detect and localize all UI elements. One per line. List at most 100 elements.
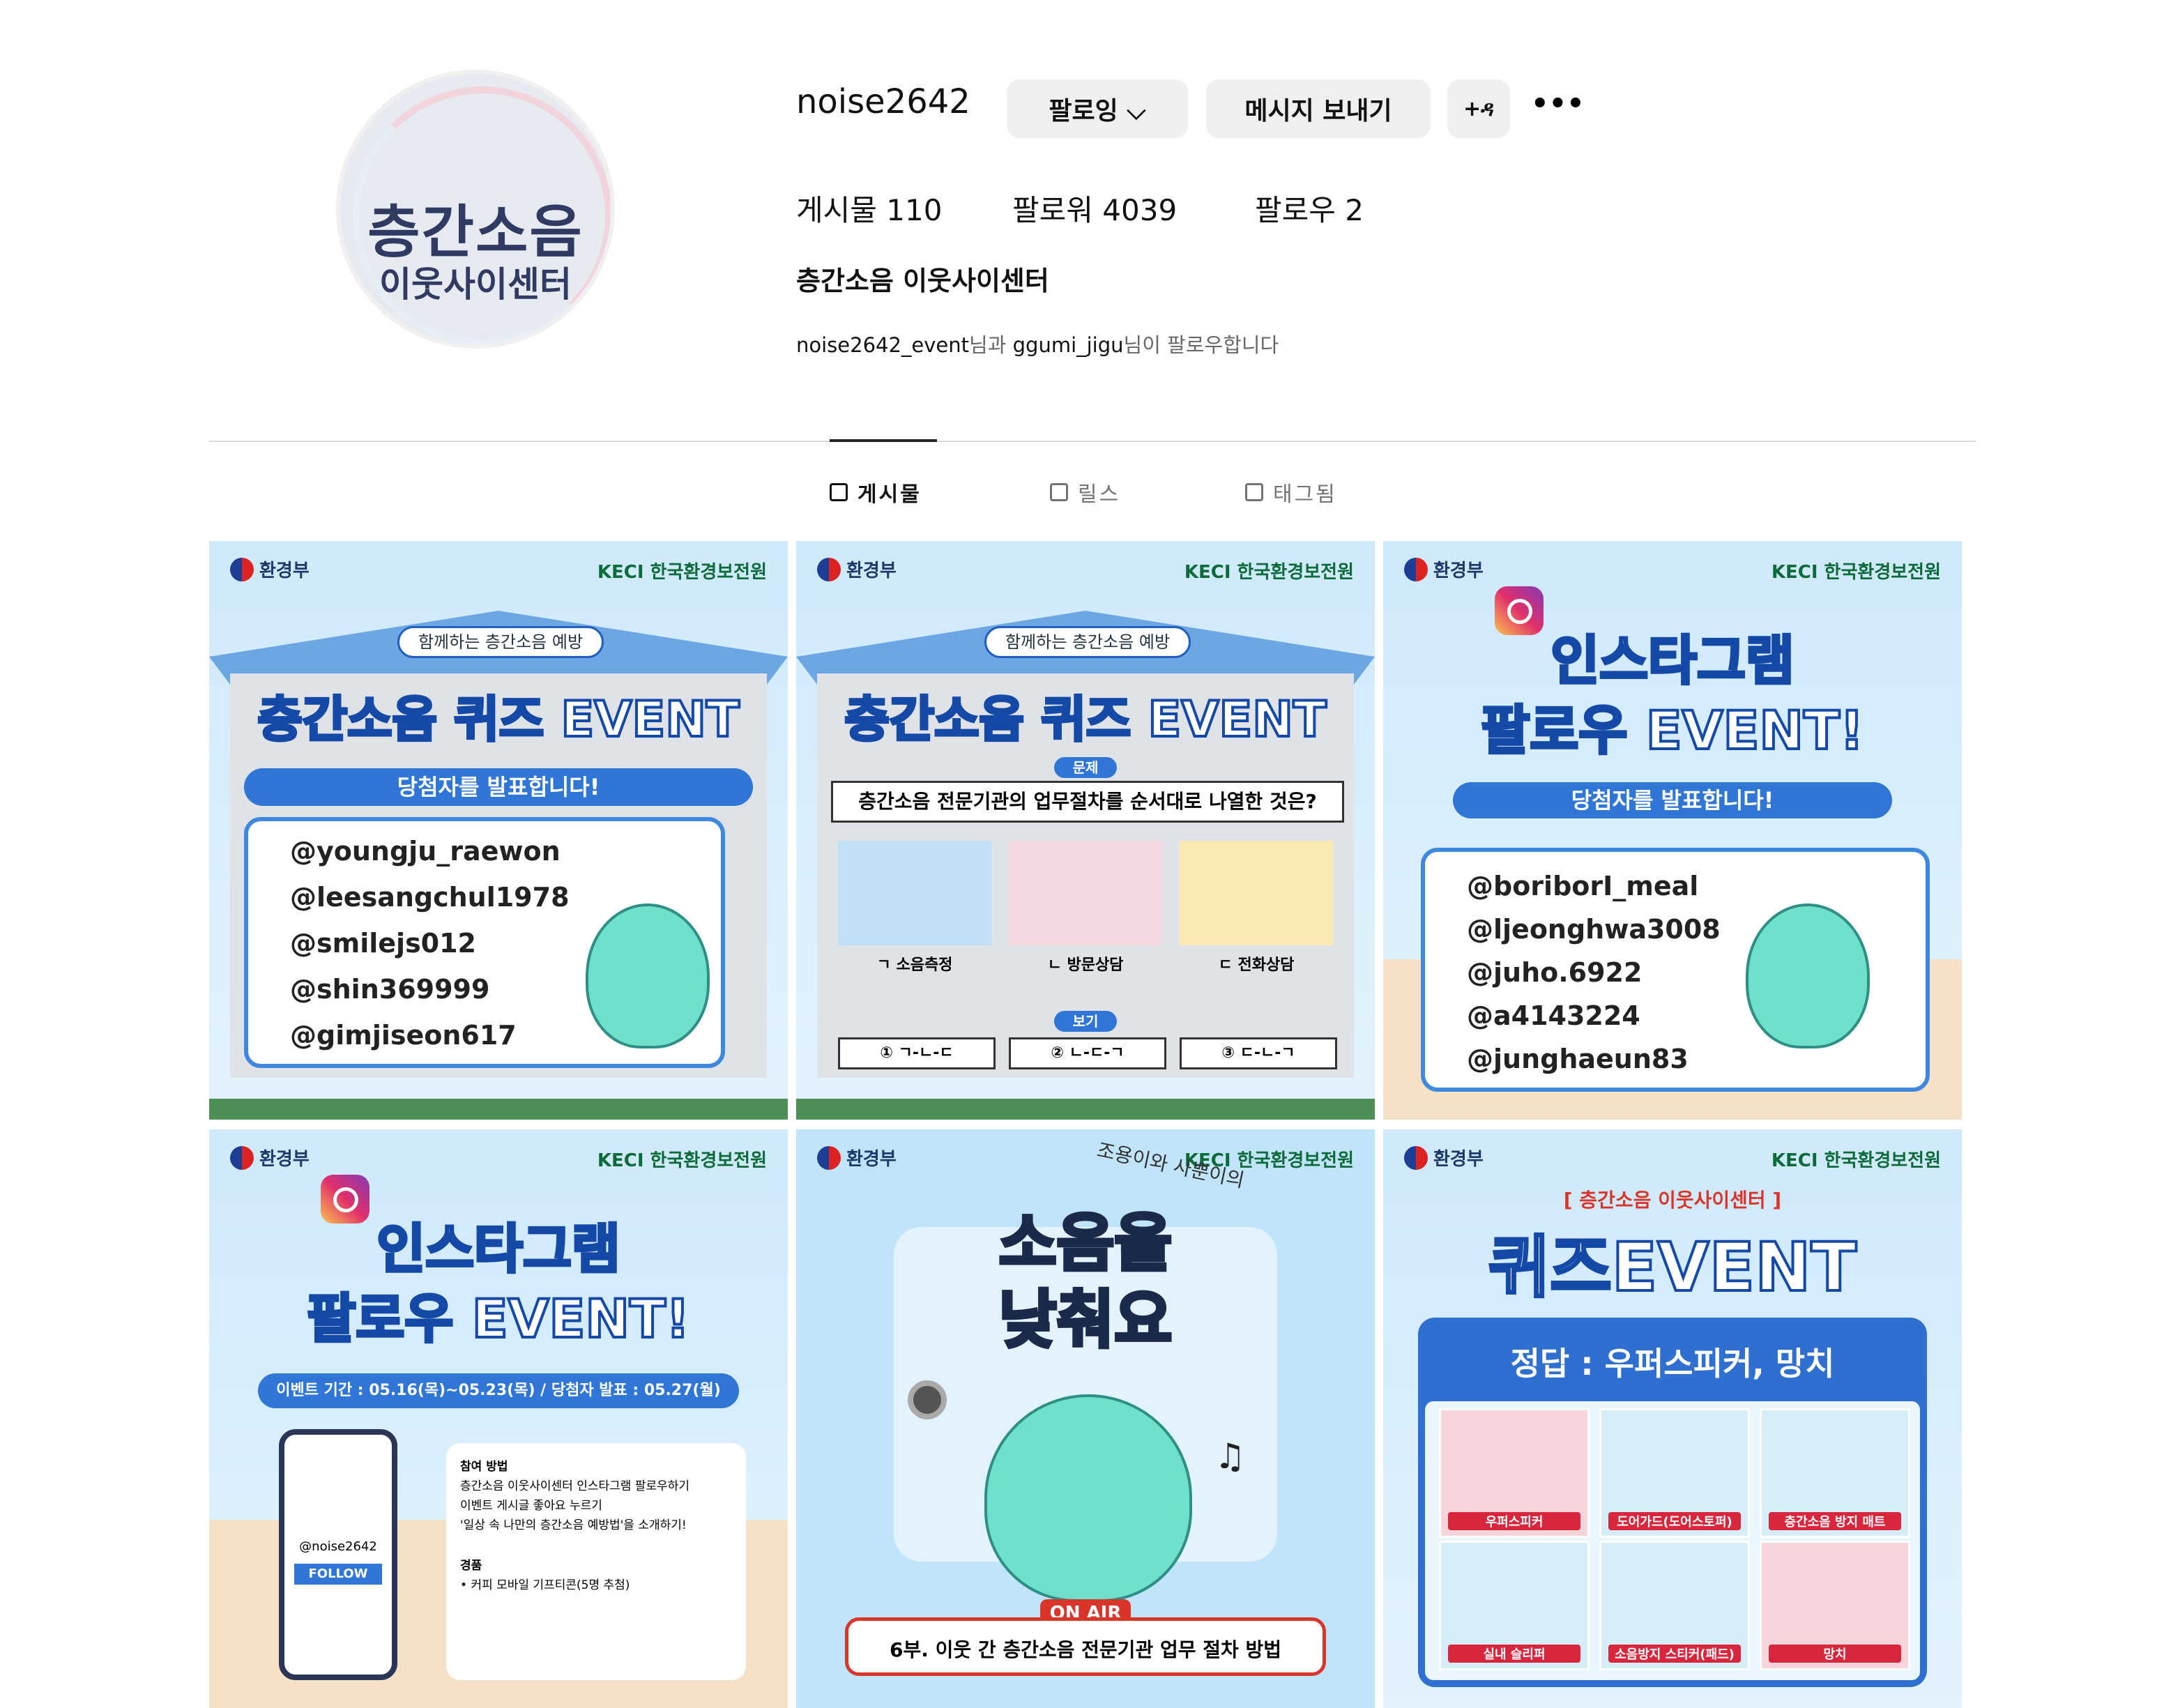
- taegeuk-icon: [817, 1145, 841, 1170]
- followed-by-text[interactable]: noise2642_event님과 ggumi_jigu님이 팔로우합니다: [796, 329, 1279, 358]
- post-banner: 당첨자를 발표합니다!: [1453, 782, 1892, 818]
- post-1[interactable]: 환경부 KECI 한국환경보전원 함께하는 층간소음 예방 층간소음 퀴즈 EV…: [209, 541, 788, 1120]
- gov-logo: 환경부: [1404, 556, 1484, 582]
- profile-username: noise2642: [796, 82, 970, 121]
- stat-following[interactable]: 팔로우 2: [1255, 187, 1364, 229]
- gov-logo: 환경부: [1404, 1145, 1484, 1171]
- mascot-image: [586, 903, 710, 1049]
- stat-posts-label: 게시물: [796, 193, 877, 227]
- post-banner: 이벤트 기간 : 05.16(목)~05.23(목) / 당첨자 발표 : 05…: [258, 1373, 739, 1408]
- tab-posts-label: 게시물: [858, 482, 922, 507]
- stat-posts-value: 110: [886, 193, 943, 227]
- post-pill: 함께하는 층간소음 예방: [984, 626, 1191, 658]
- item-label: 실내 슬리퍼: [1448, 1645, 1580, 1663]
- bushes: [796, 1099, 1375, 1120]
- taegeuk-icon: [1404, 557, 1428, 581]
- option-image-3: [1180, 841, 1333, 945]
- item-cell: 층간소음 방지 매트: [1760, 1408, 1910, 1538]
- item-cell: 도어가드(도어스토퍼): [1599, 1408, 1750, 1538]
- taegeuk-icon: [1404, 1145, 1428, 1170]
- method-step: '일상 속 나만의 층간소음 예방법'을 소개하기!: [460, 1518, 687, 1532]
- mascot-image: [984, 1394, 1192, 1602]
- stat-followers-value: 4039: [1102, 193, 1178, 227]
- gov-label: 환경부: [1433, 561, 1484, 581]
- answer-choice: ③ ㄷ-ㄴ-ㄱ: [1180, 1037, 1337, 1069]
- item-cell: 실내 슬리퍼: [1439, 1541, 1590, 1670]
- add-user-icon[interactable]: +ዳ: [1447, 79, 1510, 138]
- post-5[interactable]: 환경부 KECI 한국환경보전원 조용이와 사뿐이의 소음을 낮춰요 ♫ ON …: [796, 1129, 1375, 1708]
- phone-follow: FOLLOW: [294, 1564, 382, 1585]
- avatar-logo-line2: 이웃사이센터: [379, 264, 572, 305]
- phone-image: @noise2642 FOLLOW: [279, 1429, 397, 1680]
- episode-caption: 6부. 이웃 간 층간소음 전문기관 업무 절차 방법: [845, 1617, 1326, 1676]
- taegeuk-icon: [817, 557, 841, 581]
- question-tag: 문제: [1054, 757, 1117, 778]
- method-step: 이벤트 게시글 좋아요 누르기: [460, 1499, 602, 1513]
- post-2[interactable]: 환경부 KECI 한국환경보전원 함께하는 층간소음 예방 층간소음 퀴즈 EV…: [796, 541, 1375, 1120]
- stat-followers[interactable]: 팔로워 4039: [1012, 187, 1177, 229]
- gov-logo: 환경부: [817, 1145, 897, 1171]
- item-label: 층간소음 방지 매트: [1769, 1512, 1901, 1530]
- keci-logo: KECI 한국환경보전원: [1771, 1150, 1941, 1171]
- gov-logo: 환경부: [817, 556, 897, 582]
- tab-reels-label: 릴스: [1078, 482, 1121, 507]
- post-title: 퀴즈EVENT: [1487, 1227, 1858, 1308]
- stat-following-value: 2: [1345, 193, 1364, 227]
- winner: @youngju_raewon: [290, 836, 561, 867]
- gov-label: 환경부: [846, 1149, 897, 1170]
- stat-following-label: 팔로우: [1255, 193, 1336, 227]
- option-image-1: [838, 841, 991, 945]
- item-cell: 망치: [1760, 1541, 1910, 1670]
- quiz-question: 층간소음 전문기관의 업무절차를 순서대로 나열한 것은?: [831, 781, 1344, 823]
- mascot-image: [1746, 903, 1870, 1049]
- tab-tagged[interactable]: 태그됨: [1245, 477, 1337, 508]
- tab-tagged-label: 태그됨: [1273, 482, 1337, 507]
- post-title: 층간소음 퀴즈 EVENT: [256, 689, 740, 749]
- message-button[interactable]: 메시지 보내기: [1206, 79, 1431, 138]
- post-title-line1: 인스타그램: [375, 1217, 622, 1281]
- method-step: 층간소음 이웃사이센터 인스타그램 팔로우하기: [460, 1479, 690, 1493]
- prize-title: 경품: [460, 1559, 482, 1573]
- gov-label: 환경부: [846, 561, 897, 581]
- active-tab-indicator: [830, 439, 937, 442]
- gov-logo: 환경부: [230, 556, 310, 582]
- post-title-line1: 인스타그램: [1549, 628, 1796, 693]
- option-label: ㄴ 방문상담: [1047, 956, 1124, 974]
- stat-followers-label: 팔로워: [1012, 193, 1093, 227]
- tagged-icon: [1245, 483, 1263, 501]
- post-header: [ 층간소음 이웃사이센터 ]: [1563, 1189, 1782, 1212]
- post-title-line2: 팔로우 EVENT!: [1480, 698, 1866, 763]
- tab-posts[interactable]: 게시물: [830, 477, 922, 508]
- followed-by-end: 님이 팔로우합니다: [1123, 333, 1279, 357]
- music-note-icon: ♫: [1214, 1436, 1246, 1477]
- gov-label: 환경부: [259, 561, 310, 581]
- bushes: [209, 1099, 788, 1120]
- profile-avatar[interactable]: 층간소음 이웃사이센터: [336, 70, 615, 349]
- keci-logo: KECI 한국환경보전원: [1771, 562, 1941, 583]
- post-6[interactable]: 환경부 KECI 한국환경보전원 [ 층간소음 이웃사이센터 ] 퀴즈EVENT…: [1383, 1129, 1962, 1708]
- item-cell: 우퍼스피커: [1439, 1408, 1590, 1538]
- followed-by-user2[interactable]: ggumi_jigu: [1013, 333, 1124, 357]
- profile-divider: [209, 441, 1976, 442]
- keci-logo: KECI 한국환경보전원: [597, 562, 767, 583]
- gov-logo: 환경부: [230, 1145, 310, 1171]
- answer-choice: ① ㄱ-ㄴ-ㄷ: [838, 1037, 996, 1069]
- reels-icon: [1050, 483, 1068, 501]
- items-grid: 우퍼스피커 도어가드(도어스토퍼) 층간소음 방지 매트 실내 슬리퍼 소음방지…: [1425, 1401, 1920, 1680]
- post-4[interactable]: 환경부 KECI 한국환경보전원 인스타그램 팔로우 EVENT! 이벤트 기간…: [209, 1129, 788, 1708]
- more-options-icon[interactable]: •••: [1531, 88, 1585, 120]
- option-label: ㄱ 소음측정: [876, 956, 953, 974]
- stat-posts[interactable]: 게시물 110: [796, 187, 942, 229]
- followed-by-user1[interactable]: noise2642_event: [796, 333, 969, 357]
- option-image-2: [1009, 841, 1162, 945]
- taegeuk-icon: [230, 557, 254, 581]
- answer-text: 정답 : 우퍼스피커, 망치: [1510, 1345, 1835, 1382]
- item-cell: 소음방지 스티커(패드): [1599, 1541, 1750, 1670]
- item-label: 도어가드(도어스토퍼): [1608, 1512, 1741, 1530]
- post-3[interactable]: 환경부 KECI 한국환경보전원 인스타그램 팔로우 EVENT! 당첨자를 발…: [1383, 541, 1962, 1120]
- item-label: 우퍼스피커: [1448, 1512, 1580, 1530]
- following-button[interactable]: 팔로잉 ⌵: [1007, 79, 1188, 138]
- answers-tag: 보기: [1054, 1011, 1117, 1032]
- tab-reels[interactable]: 릴스: [1050, 477, 1120, 508]
- post-title-line2: 낮춰요: [997, 1282, 1173, 1359]
